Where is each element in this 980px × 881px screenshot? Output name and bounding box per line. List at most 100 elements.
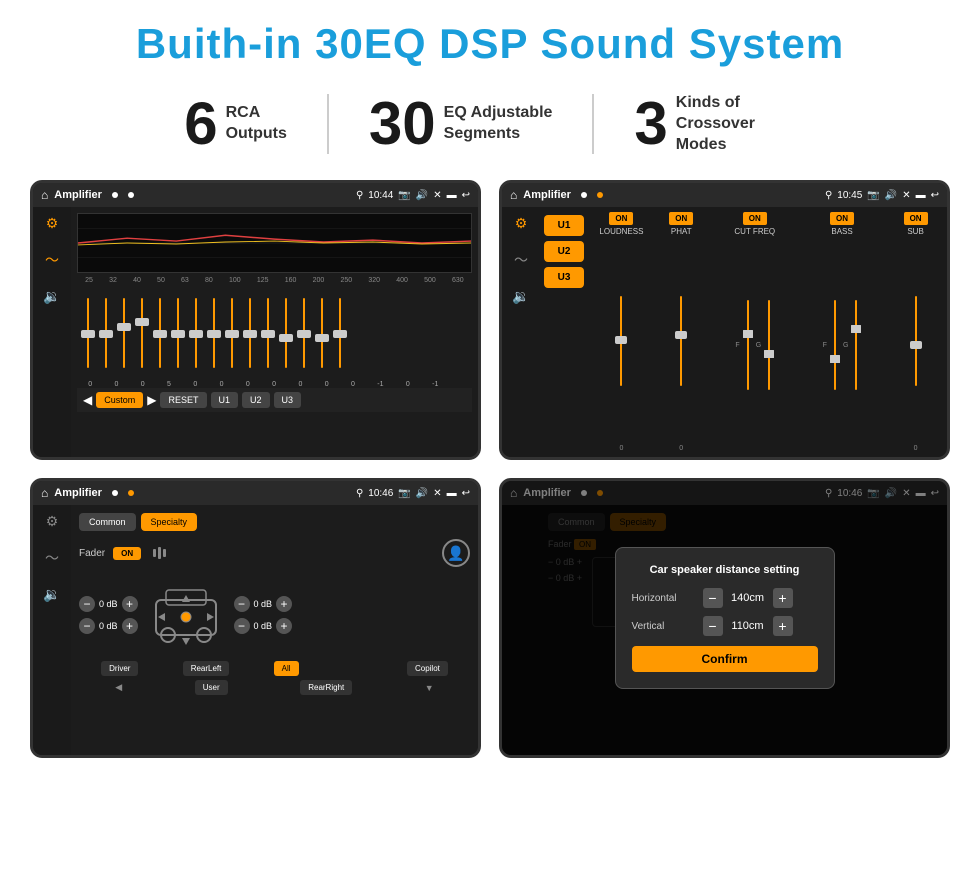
db-value-br: 0 dB xyxy=(254,621,273,631)
crossover-speaker-icon[interactable]: 🔉 xyxy=(512,288,529,305)
fader-copilot-btn[interactable]: Copilot xyxy=(407,661,448,676)
channel-phat: ON PHAT 0 xyxy=(654,212,709,452)
status-dot-4 xyxy=(597,192,603,198)
crossover-filter-icon[interactable]: ⚙ xyxy=(515,215,528,232)
dialog-title: Car speaker distance setting xyxy=(632,564,818,576)
fader-tab-specialty[interactable]: Specialty xyxy=(141,513,198,531)
home-icon-2[interactable]: ⌂ xyxy=(510,188,517,202)
cutfreq-f-label: F xyxy=(735,342,739,349)
fader-user-btn[interactable]: User xyxy=(195,680,228,695)
db-minus-tl[interactable]: − xyxy=(79,596,95,612)
dialog-vertical-minus[interactable]: − xyxy=(703,616,723,636)
fader-tabs: Common Specialty xyxy=(79,513,470,531)
eq-reset-btn[interactable]: RESET xyxy=(160,392,206,408)
fader-right-controls: − 0 dB + − 0 dB + xyxy=(234,596,293,634)
preset-u2-btn[interactable]: U2 xyxy=(544,241,584,262)
loudness-toggle[interactable]: ON xyxy=(609,212,633,225)
fader-speaker-icon[interactable]: 🔉 xyxy=(43,586,60,603)
phat-label: PHAT xyxy=(671,227,692,236)
eq-u1-btn[interactable]: U1 xyxy=(211,392,239,408)
stat-eq-number: 30 xyxy=(369,94,436,154)
db-plus-br[interactable]: + xyxy=(276,618,292,634)
crossover-channels: ON LOUDNESS 0 ON PHAT xyxy=(590,207,947,457)
bass-toggle[interactable]: ON xyxy=(830,212,854,225)
db-control-tr: − 0 dB + xyxy=(234,596,293,612)
dialog-confirm-btn[interactable]: Confirm xyxy=(632,646,818,672)
eq-status-bar: ⌂ Amplifier ⚲ 10:44 📷 🔊 ✕ ▬ ↩ xyxy=(33,183,478,207)
db-plus-tr[interactable]: + xyxy=(276,596,292,612)
dialog-horizontal-value: 140cm xyxy=(728,592,768,604)
fader-all-btn[interactable]: All xyxy=(274,661,299,676)
db-minus-tr[interactable]: − xyxy=(234,596,250,612)
eq-speaker-btn[interactable]: 🔉 xyxy=(43,288,60,305)
eq-content: ⚙ 〜 🔉 xyxy=(33,207,478,457)
location-icon: ⚲ xyxy=(356,190,363,201)
fader-wave-icon[interactable]: 〜 xyxy=(45,548,59,568)
fader-rearleft-btn[interactable]: RearLeft xyxy=(183,661,230,676)
fader-toggle-btn[interactable]: ON xyxy=(113,547,141,560)
eq-wave-btn[interactable]: 〜 xyxy=(45,250,59,270)
dialog-vertical-value: 110cm xyxy=(728,620,768,632)
dialog-horizontal-row: Horizontal − 140cm + xyxy=(632,588,818,608)
eq-u2-btn[interactable]: U2 xyxy=(242,392,270,408)
sub-label: SUB xyxy=(907,227,923,236)
db-minus-bl[interactable]: − xyxy=(79,618,95,634)
db-plus-bl[interactable]: + xyxy=(122,618,138,634)
fader-driver-btn[interactable]: Driver xyxy=(101,661,138,676)
signal-icon-2: ✕ xyxy=(902,190,910,201)
back-icon-3[interactable]: ↩ xyxy=(462,488,470,499)
location-icon-3: ⚲ xyxy=(356,488,363,499)
crossover-content: ⚙ 〜 🔉 U1 U2 U3 xyxy=(502,207,947,457)
crossover-panels: U1 U2 U3 ON LOUDNESS xyxy=(540,207,947,457)
fader-main-content: Common Specialty Fader ON 👤 xyxy=(71,505,478,755)
channel-sub: ON SUB 0 xyxy=(888,212,943,452)
crossover-status-right: ⚲ 10:45 📷 🔊 ✕ ▬ ↩ xyxy=(825,190,939,201)
eq-app-name: Amplifier xyxy=(54,189,102,201)
preset-u1-btn[interactable]: U1 xyxy=(544,215,584,236)
fader-arrow-left[interactable]: ◀ xyxy=(115,682,122,693)
eq-custom-btn[interactable]: Custom xyxy=(96,392,143,408)
eq-prev-btn[interactable]: ◀ xyxy=(83,393,92,407)
camera-icon: 📷 xyxy=(398,190,410,201)
status-dot-2 xyxy=(128,192,134,198)
dialog-vertical-plus[interactable]: + xyxy=(773,616,793,636)
dialog-horizontal-plus[interactable]: + xyxy=(773,588,793,608)
eq-u3-btn[interactable]: U3 xyxy=(274,392,302,408)
stat-crossover-number: 3 xyxy=(634,94,667,154)
cutfreq-toggle[interactable]: ON xyxy=(743,212,767,225)
db-minus-br[interactable]: − xyxy=(234,618,250,634)
dialog-horizontal-minus[interactable]: − xyxy=(703,588,723,608)
sub-toggle[interactable]: ON xyxy=(904,212,928,225)
camera-icon-3: 📷 xyxy=(398,488,410,499)
phat-toggle[interactable]: ON xyxy=(669,212,693,225)
home-icon-3[interactable]: ⌂ xyxy=(41,486,48,500)
dialog-horizontal-label: Horizontal xyxy=(632,593,697,604)
bass-sliders: F G xyxy=(823,238,862,452)
fader-left-controls: − 0 dB + − 0 dB + xyxy=(79,596,138,634)
dialog-vertical-control: − 110cm + xyxy=(703,616,793,636)
dialog-vertical-label: Vertical xyxy=(632,621,697,632)
db-value-tl: 0 dB xyxy=(99,599,118,609)
volume-icon-3: 🔊 xyxy=(416,488,428,499)
eq-next-btn[interactable]: ▶ xyxy=(147,393,156,407)
back-icon-2[interactable]: ↩ xyxy=(931,190,939,201)
preset-u3-btn[interactable]: U3 xyxy=(544,267,584,288)
status-dot-5 xyxy=(112,490,118,496)
fader-tab-common[interactable]: Common xyxy=(79,513,136,531)
fader-arrow-down[interactable]: ▼ xyxy=(425,683,434,693)
fader-filter-icon[interactable]: ⚙ xyxy=(46,513,59,530)
crossover-app-name: Amplifier xyxy=(523,189,571,201)
home-icon[interactable]: ⌂ xyxy=(41,188,48,202)
eq-screen: ⌂ Amplifier ⚲ 10:44 📷 🔊 ✕ ▬ ↩ ⚙ 〜 xyxy=(30,180,481,460)
stat-rca: 6 RCAOutputs xyxy=(144,94,329,154)
db-control-tl: − 0 dB + xyxy=(79,596,138,612)
db-plus-tl[interactable]: + xyxy=(122,596,138,612)
battery-icon: ▬ xyxy=(447,190,457,201)
fader-person-icon[interactable]: 👤 xyxy=(442,539,470,567)
loudness-scale: 0 xyxy=(619,445,623,452)
crossover-wave-icon[interactable]: 〜 xyxy=(514,250,528,270)
fader-screen: ⌂ Amplifier ⚲ 10:46 📷 🔊 ✕ ▬ ↩ ⚙ 〜 xyxy=(30,478,481,758)
eq-filter-btn[interactable]: ⚙ xyxy=(46,215,59,232)
fader-rearright-btn[interactable]: RearRight xyxy=(300,680,352,695)
back-icon[interactable]: ↩ xyxy=(462,190,470,201)
